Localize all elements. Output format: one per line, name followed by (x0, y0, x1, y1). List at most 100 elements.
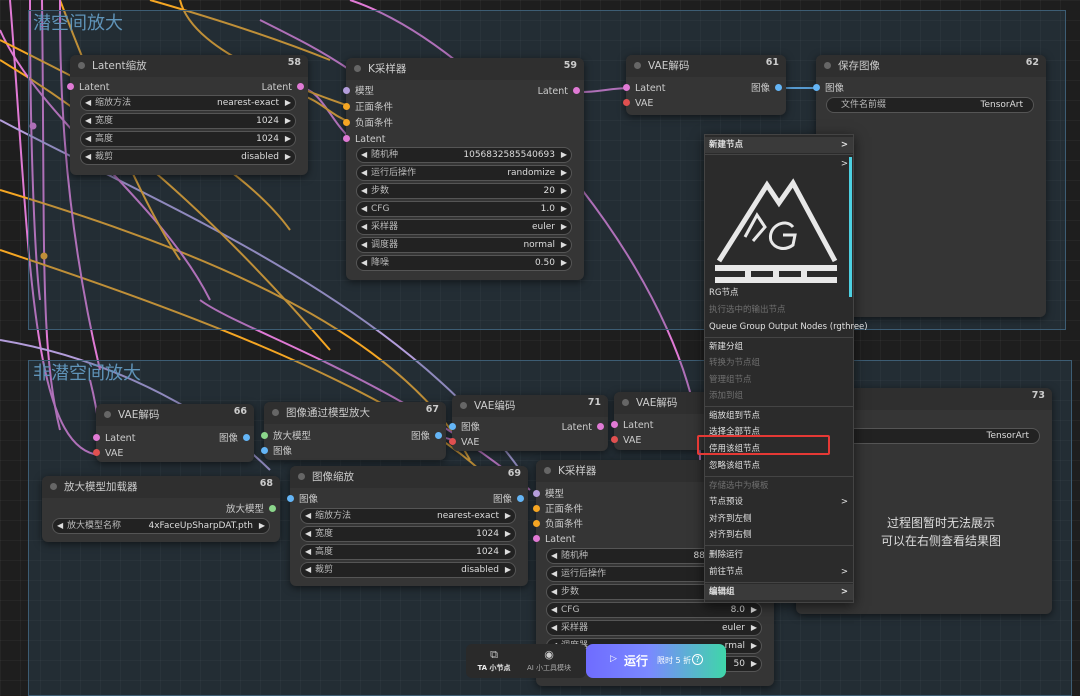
input-socket[interactable] (261, 447, 268, 454)
node-id: 67 (425, 404, 439, 415)
widget-control-after[interactable]: ◀ 运行后操作 randomize ▶ (356, 165, 572, 181)
input-socket[interactable] (533, 520, 540, 527)
input-socket[interactable] (623, 99, 630, 106)
widget-width[interactable]: ◀ 宽度 1024 ▶ (300, 526, 516, 542)
input-socket[interactable] (67, 83, 74, 90)
menu-item-rg-nodes[interactable]: RG节点 (705, 285, 853, 301)
node-collapse-dot[interactable] (272, 408, 279, 416)
input-label: 图像 (461, 422, 481, 433)
node-vae-encode[interactable]: VAE编码 71 图像 Latent VAE (449, 395, 608, 451)
menu-item-convert-to-group-node[interactable]: 转换为节点组 (705, 355, 853, 371)
menu-scrollbar[interactable] (849, 157, 852, 297)
input-label: VAE (635, 98, 654, 109)
menu-item-execute-selected[interactable]: 执行选中的输出节点 (705, 302, 853, 318)
menu-item-edit-group[interactable]: 编辑组 > (705, 584, 853, 600)
widget-denoise[interactable]: ◀ 降噪 0.50 ▶ (356, 255, 572, 271)
run-button[interactable]: ▷ 运行 限时 5 折 ? (586, 644, 726, 678)
menu-item-save-as-template[interactable]: 存储选中为模板 (705, 478, 853, 494)
output-label: 图像 (750, 83, 770, 94)
ai-tools-button[interactable]: ◉ AI 小工具模块 (518, 649, 580, 673)
input-socket[interactable] (813, 84, 820, 91)
node-image-scale[interactable]: 图像缩放 69 图像 图像 ◀ 缩放方法 nearest-exact ▶ ◀ 宽度 1024… (287, 466, 528, 586)
node-collapse-dot[interactable] (50, 482, 57, 490)
input-socket[interactable] (343, 135, 350, 142)
node-id: 66 (233, 406, 247, 417)
input-label: 模型 (545, 489, 565, 500)
menu-item-fit-group[interactable]: 缩放组到节点 (705, 408, 853, 424)
node-vae-decode[interactable]: VAE解码 61 Latent 图像 VAE (623, 55, 786, 115)
widget-model-name[interactable]: ◀ 放大模型名称 4xFaceUpSharpDAT.pth ▶ (52, 518, 270, 534)
input-socket[interactable] (611, 436, 618, 443)
input-label: VAE (623, 435, 642, 446)
node-collapse-dot[interactable] (824, 61, 831, 69)
menu-item-new-group[interactable]: 新建分组 (705, 339, 853, 355)
widget-scale-method[interactable]: ◀ 缩放方法 nearest-exact ▶ (300, 508, 516, 524)
widget-height[interactable]: ◀ 高度 1024 ▶ (80, 131, 296, 147)
node-collapse-dot[interactable] (634, 61, 641, 69)
node-collapse-dot[interactable] (78, 61, 85, 69)
node-vae-decode[interactable]: VAE解码 66 Latent 图像 VAE (93, 404, 254, 462)
output-socket[interactable] (597, 423, 604, 430)
menu-item-remove-run[interactable]: 删除运行 (705, 547, 853, 563)
node-collapse-dot[interactable] (298, 472, 305, 480)
menu-item-add-node[interactable]: 新建节点 > (705, 137, 853, 153)
input-socket[interactable] (93, 434, 100, 441)
node-upscale-with-model[interactable]: 图像通过模型放大 67 放大模型 图像 图像 (261, 402, 446, 460)
widget-cfg[interactable]: ◀ CFG 8.0 ▶ (546, 602, 762, 618)
menu-item-bypass-group-nodes[interactable]: 忽略该组节点 (705, 458, 853, 474)
output-socket[interactable] (573, 87, 580, 94)
input-socket[interactable] (623, 84, 630, 91)
output-label: Latent (537, 86, 568, 97)
widget-scheduler[interactable]: ◀ 调度器 normal ▶ (356, 237, 572, 253)
widget-filename-prefix[interactable]: 文件名前缀 TensorArt (826, 97, 1034, 113)
output-socket[interactable] (243, 434, 250, 441)
input-socket[interactable] (343, 103, 350, 110)
menu-item-align-right[interactable]: 对齐到右侧 (705, 527, 853, 543)
menu-item-queue-group-output[interactable]: Queue Group Output Nodes (rgthree) (705, 319, 868, 335)
output-socket[interactable] (517, 495, 524, 502)
node-collapse-dot[interactable] (544, 466, 551, 474)
menu-item-go-to-node[interactable]: 前往节点 > (705, 564, 853, 580)
input-socket[interactable] (533, 535, 540, 542)
output-label: 图像 (218, 433, 238, 444)
input-socket[interactable] (449, 438, 456, 445)
input-socket[interactable] (533, 505, 540, 512)
menu-item-manage-group-nodes[interactable]: 管理组节点 (705, 372, 853, 388)
input-socket[interactable] (287, 495, 294, 502)
widget-crop[interactable]: ◀ 裁剪 disabled ▶ (80, 149, 296, 165)
input-socket[interactable] (449, 423, 456, 430)
preview-placeholder-text: 过程图暂时无法展示 可以在右侧查看结果图 (880, 516, 1001, 548)
node-collapse-dot[interactable] (104, 410, 111, 418)
widget-cfg[interactable]: ◀ CFG 1.0 ▶ (356, 201, 572, 217)
input-socket[interactable] (533, 490, 540, 497)
output-socket[interactable] (775, 84, 782, 91)
widget-steps[interactable]: ◀ 步数 20 ▶ (356, 183, 572, 199)
input-socket[interactable] (343, 119, 350, 126)
widget-scale-method[interactable]: ◀ 缩放方法 nearest-exact ▶ (80, 95, 296, 111)
input-socket[interactable] (93, 449, 100, 456)
node-collapse-dot[interactable] (460, 401, 467, 409)
node-collapse-dot[interactable] (354, 64, 361, 72)
node-ksampler[interactable]: K采样器 59 模型 Latent 正面条件 负面条件 Latent ◀ 随机种 10… (343, 58, 584, 280)
output-socket[interactable] (269, 505, 276, 512)
widget-filename-prefix[interactable]: TensorArt (836, 428, 1040, 444)
node-collapse-dot[interactable] (622, 398, 629, 406)
widget-width[interactable]: ◀ 宽度 1024 ▶ (80, 113, 296, 129)
widget-sampler[interactable]: ◀ 采样器 euler ▶ (546, 620, 762, 636)
input-socket[interactable] (261, 432, 268, 439)
widget-crop[interactable]: ◀ 裁剪 disabled ▶ (300, 562, 516, 578)
ta-nodes-button[interactable]: ⧉ TA 小节点 (472, 649, 516, 673)
node-upscale-model-loader[interactable]: 放大模型加载器 68 放大模型 ◀ 放大模型名称 4xFaceUpSharpDAT.p… (42, 476, 280, 542)
node-latent-scale[interactable]: Latent缩放 58 Latent Latent ◀ 缩放方法 nearest-ex… (67, 55, 308, 175)
menu-item-node-presets[interactable]: 节点预设 > (705, 494, 853, 510)
input-socket[interactable] (343, 87, 350, 94)
widget-sampler[interactable]: ◀ 采样器 euler ▶ (356, 219, 572, 235)
menu-item-add-to-group[interactable]: 添加到组 (705, 388, 853, 404)
widget-height[interactable]: ◀ 高度 1024 ▶ (300, 544, 516, 560)
input-label: Latent (79, 82, 110, 93)
menu-item-align-left[interactable]: 对齐到左侧 (705, 511, 853, 527)
input-socket[interactable] (611, 421, 618, 428)
output-socket[interactable] (297, 83, 304, 90)
widget-seed[interactable]: ◀ 随机种 1056832585540693 ▶ (356, 147, 572, 163)
output-socket[interactable] (435, 432, 442, 439)
